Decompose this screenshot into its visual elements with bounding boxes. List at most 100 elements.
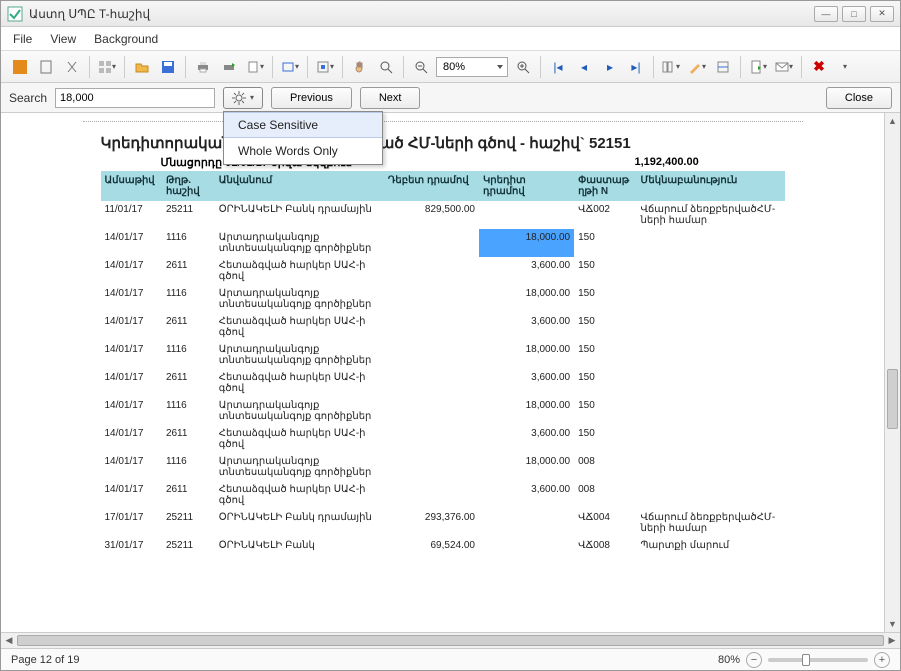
scroll-thumb[interactable] [887,369,898,429]
menu-file[interactable]: File [13,32,32,46]
document-area[interactable]: Կրեդիտորական պարտքեր ստացված ՀՄ-ների գծո… [1,113,884,632]
cell-desc [636,425,784,453]
watermark-icon[interactable] [712,56,734,78]
close-preview-icon[interactable]: ✖ [808,56,830,78]
table-row: 14/01/171116Արտադրականգոյք տնտեսականգոյք… [101,341,785,369]
page-setup-icon[interactable]: ▾ [244,56,266,78]
cell-date: 14/01/17 [101,397,162,425]
cell-acct: 2611 [162,257,215,285]
open-icon[interactable] [131,56,153,78]
multipage-icon[interactable]: ▾ [660,56,682,78]
next-page-icon[interactable]: ▸ [599,56,621,78]
cell-date: 14/01/17 [101,453,162,481]
scale-icon[interactable]: ▾ [314,56,336,78]
cell-credit: 18,000.00 [479,453,574,481]
next-button[interactable]: Next [360,87,421,109]
menu-view[interactable]: View [50,32,76,46]
hscroll-track[interactable] [17,633,884,648]
cell-credit: 3,600.00 [479,425,574,453]
scroll-track[interactable] [885,129,900,616]
cell-desc [636,285,784,313]
previous-button-label: Previous [290,92,333,104]
magnifier-icon[interactable] [375,56,397,78]
color-icon[interactable]: ▾ [686,56,708,78]
cell-acct: 2611 [162,369,215,397]
scroll-right-icon[interactable]: ▶ [884,633,900,648]
close-button[interactable]: Close [826,87,892,109]
menu-whole-words[interactable]: Whole Words Only [224,138,382,164]
th-debit: Դեբետ դրամով [384,171,479,201]
cell-doc: 150 [574,313,636,341]
cell-name: Արտադրականգոյք տնտեսականգոյք գործիքներ [215,229,384,257]
zoom-minus-button[interactable]: − [746,652,762,668]
previous-button[interactable]: Previous [271,87,352,109]
th-acct: Թղթ. հաշիվ [162,171,215,201]
last-page-icon[interactable]: ▸| [625,56,647,78]
cell-name: Արտադրականգոյք տնտեսականգոյք գործիքներ [215,397,384,425]
cell-debit [384,341,479,369]
close-window-button[interactable]: ✕ [870,6,894,22]
zoom-value: 80% [443,61,465,73]
zoom-slider[interactable] [768,658,868,662]
export-doc-icon[interactable]: ▾ [747,56,769,78]
cell-desc [636,257,784,285]
bookmarks-icon[interactable] [35,56,57,78]
zoom-percent: 80% [718,654,740,666]
cell-desc [636,313,784,341]
vertical-scrollbar[interactable]: ▲ ▼ [884,113,900,632]
cell-desc [636,397,784,425]
table-row: 14/01/171116Արտադրականգոյք տնտեսականգոյք… [101,285,785,313]
table-row: 31/01/1725211ՕՐԻՆԱԿԵԼԻ Բանկ69,524.00ՎՃ00… [101,537,785,554]
hand-tool-icon[interactable] [349,56,371,78]
cell-credit: 18,000.00 [479,229,574,257]
email-icon[interactable]: ▾ [773,56,795,78]
scroll-up-icon[interactable]: ▲ [885,113,900,129]
cell-acct: 25211 [162,537,215,554]
cell-debit [384,257,479,285]
cell-date: 14/01/17 [101,425,162,453]
grid-icon[interactable]: ▾ [96,56,118,78]
minimize-button[interactable]: — [814,6,838,22]
zoom-in-icon[interactable] [512,56,534,78]
maximize-button[interactable]: □ [842,6,866,22]
zoom-out-icon[interactable] [410,56,432,78]
th-credit: Կրեդիտ դրամով [479,171,574,201]
cell-date: 14/01/17 [101,341,162,369]
search-input[interactable] [55,88,215,108]
scroll-left-icon[interactable]: ◀ [1,633,17,648]
zoom-slider-knob[interactable] [802,654,810,666]
print-icon[interactable] [192,56,214,78]
cell-debit [384,369,479,397]
find-icon[interactable] [61,56,83,78]
cell-date: 14/01/17 [101,369,162,397]
table-header-row: Ամսաթիվ Թղթ. հաշիվ Անվանում Դեբետ դրամով… [101,171,785,201]
hscroll-thumb[interactable] [17,635,884,646]
cell-acct: 1116 [162,341,215,369]
cell-name: Հետաձգված հարկեր ՍԱՀ-ի գծով [215,257,384,285]
viewport: Կրեդիտորական պարտքեր ստացված ՀՄ-ների գծո… [1,113,900,632]
zoom-combo[interactable]: 80% [436,57,508,77]
cell-acct: 25211 [162,201,215,229]
quick-print-icon[interactable] [218,56,240,78]
next-button-label: Next [379,92,402,104]
cell-name: ՕՐԻՆԱԿԵԼԻ Բանկ դրամային [215,201,384,229]
scroll-down-icon[interactable]: ▼ [885,616,900,632]
cell-name: Հետաձգված հարկեր ՍԱՀ-ի գծով [215,481,384,509]
app-icon [7,6,23,22]
menu-background[interactable]: Background [94,32,158,46]
table-row: 14/01/172611Հետաձգված հարկեր ՍԱՀ-ի գծով3… [101,369,785,397]
table-row: 14/01/172611Հետաձգված հարկեր ՍԱՀ-ի գծով3… [101,481,785,509]
toolbar-overflow-icon[interactable]: ▾ [834,56,856,78]
thumbnails-icon[interactable] [9,56,31,78]
export-icon[interactable]: ▾ [279,56,301,78]
menu-case-sensitive[interactable]: Case Sensitive [224,112,382,138]
first-page-icon[interactable]: |◂ [547,56,569,78]
zoom-plus-button[interactable]: + [874,652,890,668]
search-options-button[interactable]: ▾ [223,87,263,109]
horizontal-scrollbar[interactable]: ◀ ▶ [1,632,900,648]
cell-name: Արտադրականգոյք տնտեսականգոյք գործիքներ [215,453,384,481]
cell-date: 14/01/17 [101,481,162,509]
titlebar: Աստղ ՍՊԸ T-հաշիվ — □ ✕ [1,1,900,27]
prev-page-icon[interactable]: ◂ [573,56,595,78]
save-icon[interactable] [157,56,179,78]
